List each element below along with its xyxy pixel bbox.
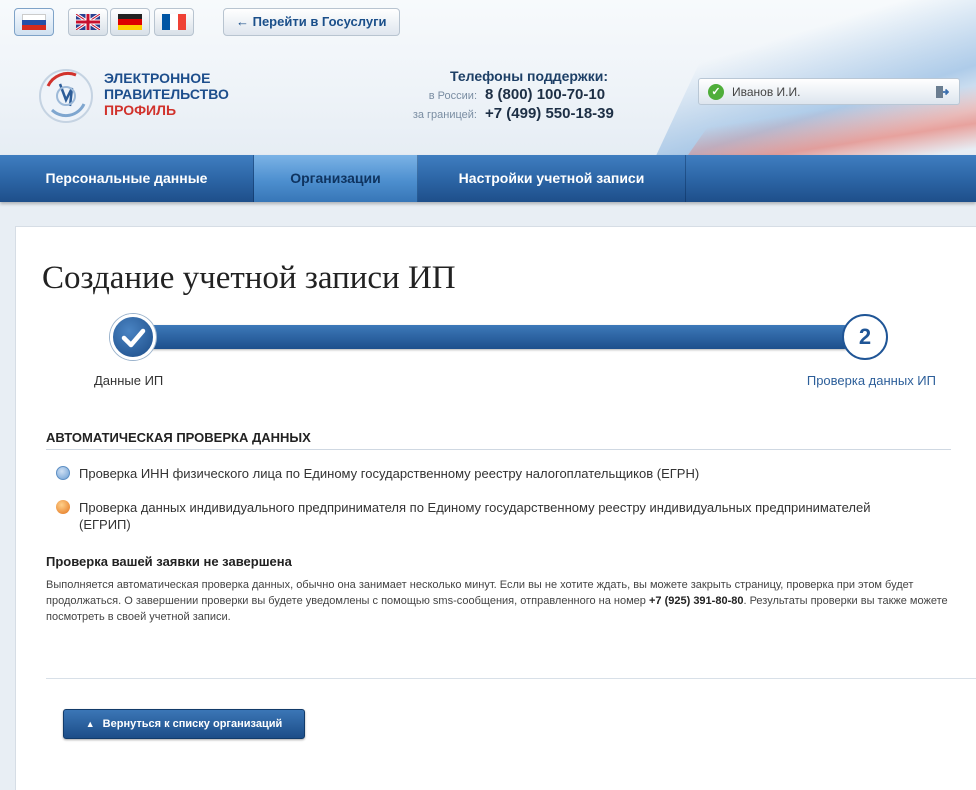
- step-2-indicator: 2: [842, 314, 888, 360]
- language-en-button[interactable]: [68, 8, 108, 36]
- gosuslugi-link[interactable]: ← Перейти в Госуслуги: [223, 8, 400, 36]
- logo-line-3: ПРОФИЛЬ: [104, 102, 177, 118]
- france-flag-icon: [162, 14, 186, 30]
- header: ← Перейти в Госуслуги ЭЛЕКТРОННОЕ ПРАВИТ…: [0, 0, 976, 155]
- divider: [46, 678, 976, 679]
- main-navigation: Персональные данные Организации Настройк…: [0, 155, 976, 202]
- main-content: Создание учетной записи ИП 2 Данные ИП П…: [15, 226, 976, 790]
- up-arrow-icon: ▲: [85, 719, 95, 729]
- language-fr-button[interactable]: [154, 8, 194, 36]
- russia-caption: в России:: [428, 90, 477, 102]
- language-de-button[interactable]: [110, 8, 150, 36]
- page-title: Создание учетной записи ИП: [42, 260, 456, 296]
- tab-organizations[interactable]: Организации: [254, 155, 418, 202]
- user-name[interactable]: Иванов И.И.: [732, 85, 935, 99]
- checkmark-icon: ✓: [708, 83, 724, 100]
- language-ru-button[interactable]: [14, 8, 54, 36]
- abroad-caption: за границей:: [412, 109, 477, 121]
- logo-line-2: ПРАВИТЕЛЬСТВО: [104, 86, 229, 102]
- tab-personal-data[interactable]: Персональные данные: [0, 155, 254, 202]
- check-item-text: Проверка данных индивидуального предприн…: [79, 500, 871, 532]
- divider: [46, 449, 951, 450]
- pending-icon: [56, 500, 70, 514]
- back-to-organizations-button[interactable]: ▲ Вернуться к списку организаций: [63, 709, 305, 739]
- germany-flag-icon: [118, 14, 142, 30]
- support-phones: Телефоны поддержки: в России: 8 (800) 10…: [365, 68, 625, 122]
- check-item-egrip: Проверка данных индивидуального предприн…: [56, 499, 876, 533]
- step-1-done-indicator: [110, 314, 156, 360]
- step-2-label: Проверка данных ИП: [806, 373, 936, 388]
- support-title: Телефоны поддержки:: [449, 68, 608, 84]
- status-description: Выполняется автоматическая проверка данн…: [46, 577, 951, 625]
- logout-icon[interactable]: [935, 85, 949, 99]
- logo-line-1: ЭЛЕКТРОННОЕ: [104, 70, 211, 86]
- notification-phone: +7 (925) 391-80-80: [648, 595, 744, 607]
- e-government-logo-icon: [39, 69, 93, 123]
- back-button-label: Вернуться к списку организаций: [102, 718, 283, 730]
- progress-bar: [132, 325, 856, 349]
- checkmark-icon: [121, 328, 146, 348]
- tab-account-settings[interactable]: Настройки учетной записи: [418, 155, 686, 202]
- russia-phone: 8 (800) 100-70-10: [485, 86, 606, 103]
- auto-check-heading: АВТОМАТИЧЕСКАЯ ПРОВЕРКА ДАННЫХ: [46, 430, 311, 445]
- abroad-phone: +7 (499) 550-18-39: [485, 105, 614, 122]
- status-heading: Проверка вашей заявки не завершена: [46, 554, 292, 569]
- user-menu[interactable]: ✓ Иванов И.И.: [698, 78, 960, 105]
- russia-flag-icon: [22, 14, 46, 30]
- in-progress-icon: [56, 466, 70, 480]
- logo-text: ЭЛЕКТРОННОЕ ПРАВИТЕЛЬСТВО ПРОФИЛЬ: [104, 70, 229, 118]
- check-item-text: Проверка ИНН физического лица по Единому…: [79, 466, 700, 481]
- uk-flag-icon: [76, 14, 100, 30]
- check-item-inn: Проверка ИНН физического лица по Единому…: [56, 465, 876, 482]
- step-1-label: Данные ИП: [94, 373, 164, 388]
